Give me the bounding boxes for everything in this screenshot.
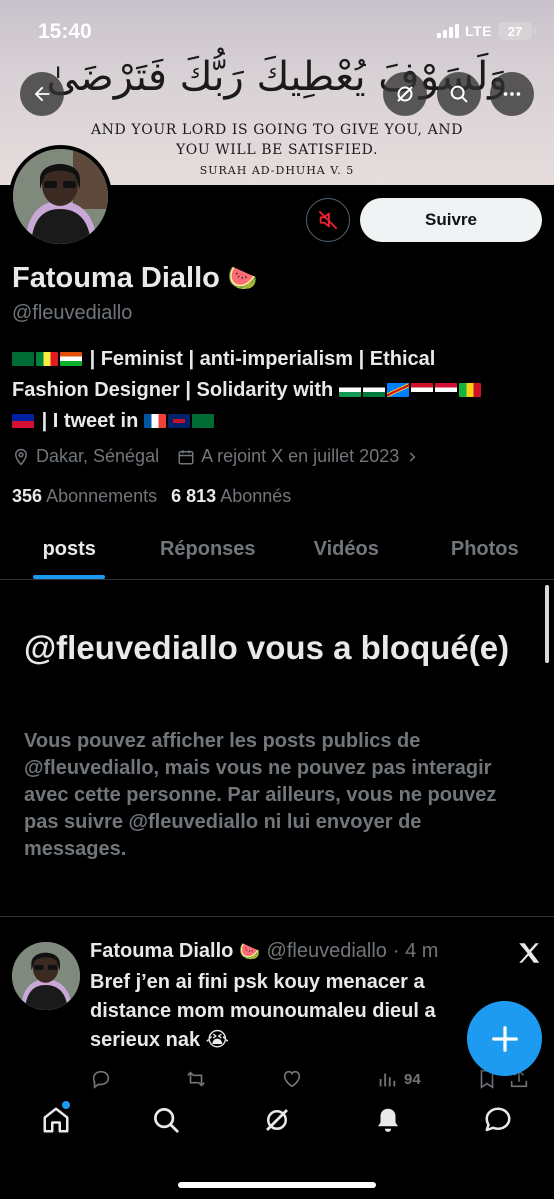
avatar-photo (13, 149, 108, 244)
flag-france-icon (143, 414, 166, 428)
notifications-icon (378, 1108, 398, 1132)
tweet-author-name[interactable]: Fatouma Diallo (90, 940, 233, 963)
profile-handle: @fleuvediallo (12, 302, 133, 324)
flag-haiti-icon (12, 414, 34, 428)
divider (0, 916, 554, 917)
bio-line-3: | I tweet in (12, 406, 542, 437)
home-notification-dot (62, 1101, 70, 1109)
tweet-actions: 94 (90, 1066, 540, 1092)
more-button[interactable] (490, 72, 534, 116)
mute-icon (318, 210, 338, 230)
reply-icon (92, 1070, 110, 1089)
nav-notifications[interactable] (370, 1102, 406, 1138)
views-icon (379, 1073, 396, 1087)
tweet-author-handle[interactable]: @fleuvediallo (267, 940, 387, 963)
followers-link[interactable]: 6 813 Abonnés (171, 486, 291, 507)
back-arrow-icon (34, 86, 50, 102)
profile-tabs: posts Réponses Vidéos Photos (0, 530, 554, 580)
flag-uk-icon (167, 414, 190, 428)
tweet-time: · 4 m (392, 940, 439, 962)
like-icon (283, 1070, 301, 1088)
tab-videos[interactable]: Vidéos (277, 530, 416, 579)
location: Dakar, Sénégal (12, 446, 159, 467)
nav-grok[interactable] (259, 1102, 295, 1138)
tweet-author-emoji: 🍉 (239, 941, 261, 961)
following-count: 356 (12, 486, 43, 506)
flag-senegal-icon (36, 352, 58, 366)
followers-count: 6 813 (171, 486, 217, 506)
reply-button[interactable] (90, 1068, 185, 1090)
join-date-text: A rejoint X en juillet 2023 (201, 446, 400, 466)
profile-bio: | Feminist | anti-imperialism | Ethical … (12, 344, 542, 437)
flag-mali-icon (458, 383, 481, 397)
flag-yemen-icon (410, 383, 433, 397)
bio-line-1: | Feminist | anti-imperialism | Ethical (12, 344, 542, 375)
like-button[interactable] (281, 1068, 376, 1090)
nav-messages[interactable] (480, 1102, 516, 1138)
scrollbar[interactable] (545, 585, 549, 663)
search-icon (450, 85, 468, 103)
flag-niger-icon (60, 352, 82, 366)
views-count: 94 (404, 1070, 421, 1088)
following-label: Abonnements (46, 486, 158, 506)
retweet-button[interactable] (185, 1068, 281, 1090)
home-icon (43, 1107, 69, 1133)
back-button[interactable] (20, 72, 64, 116)
profile-avatar[interactable] (9, 145, 112, 248)
tweet-header: Fatouma Diallo 🍉 @fleuvediallo · 4 m (90, 940, 438, 963)
bio-line-1-text: | Feminist | anti-imperialism | Ethical (89, 348, 436, 370)
nav-explore[interactable] (148, 1102, 184, 1138)
compose-button[interactable] (467, 1001, 542, 1076)
battery-icon: 27 (498, 22, 536, 40)
x-logo-icon (519, 943, 540, 963)
flag-western-sahara-icon (362, 383, 385, 397)
compose-icon (491, 1025, 518, 1052)
location-icon (14, 448, 28, 466)
profile-stats: 356 Abonnements 6 813 Abonnés (12, 486, 291, 507)
tab-posts[interactable]: posts (0, 530, 139, 579)
bio-line-3-text: | I tweet in (41, 410, 139, 432)
views-button[interactable]: 94 (376, 1068, 476, 1090)
grok-icon (397, 86, 413, 102)
profile-meta: Dakar, Sénégal A rejoint X en juillet 20… (12, 446, 437, 467)
home-indicator (178, 1182, 376, 1188)
status-indicators: LTE 27 (437, 22, 536, 40)
follow-button[interactable]: Suivre (360, 198, 542, 242)
flag-saudi-icon-2 (191, 414, 214, 428)
grok-nav-icon (266, 1109, 288, 1131)
search-button[interactable] (437, 72, 481, 116)
blocked-title: @fleuvediallo vous a bloqué(e) (24, 629, 510, 666)
blocked-message: Vous pouvez afficher les posts publics d… (24, 730, 497, 860)
bio-line-2-text: Fashion Designer | Solidarity with (12, 379, 334, 401)
grok-button[interactable] (383, 72, 427, 116)
tweet-avatar[interactable] (12, 942, 80, 1010)
signal-icon (437, 24, 460, 38)
watermelon-emoji: 🍉 (227, 265, 258, 292)
explore-icon (154, 1108, 179, 1133)
flag-sudan-icon (434, 383, 457, 397)
location-text: Dakar, Sénégal (36, 446, 160, 466)
unmute-button[interactable] (306, 198, 350, 242)
flag-palestine-icon (338, 383, 361, 397)
flag-congo-icon (386, 383, 409, 397)
following-link[interactable]: 356 Abonnements (12, 486, 157, 507)
messages-icon (485, 1107, 511, 1132)
followers-label: Abonnés (220, 486, 292, 506)
tweet-text: Bref j’en ai fini psk kouy menacer a dis… (90, 971, 436, 1051)
banner-quote-line1: AND YOUR LORD IS GOING TO GIVE YOU, AND (90, 122, 464, 138)
flag-saudi-icon (12, 352, 34, 366)
bio-line-2: Fashion Designer | Solidarity with (12, 375, 542, 406)
tweet-avatar-photo (12, 942, 80, 1010)
calendar-icon (178, 449, 194, 464)
profile-name-text: Fatouma Diallo (12, 262, 220, 294)
status-time: 15:40 (38, 20, 92, 43)
profile-name: Fatouma Diallo 🍉 (12, 262, 258, 295)
more-icon (503, 92, 521, 96)
network-type: LTE (465, 23, 492, 39)
join-date[interactable]: A rejoint X en juillet 2023 (177, 446, 419, 467)
chevron-right-icon (409, 451, 416, 462)
retweet-icon (187, 1071, 205, 1087)
tab-photos[interactable]: Photos (416, 530, 554, 579)
tab-replies[interactable]: Réponses (139, 530, 278, 579)
